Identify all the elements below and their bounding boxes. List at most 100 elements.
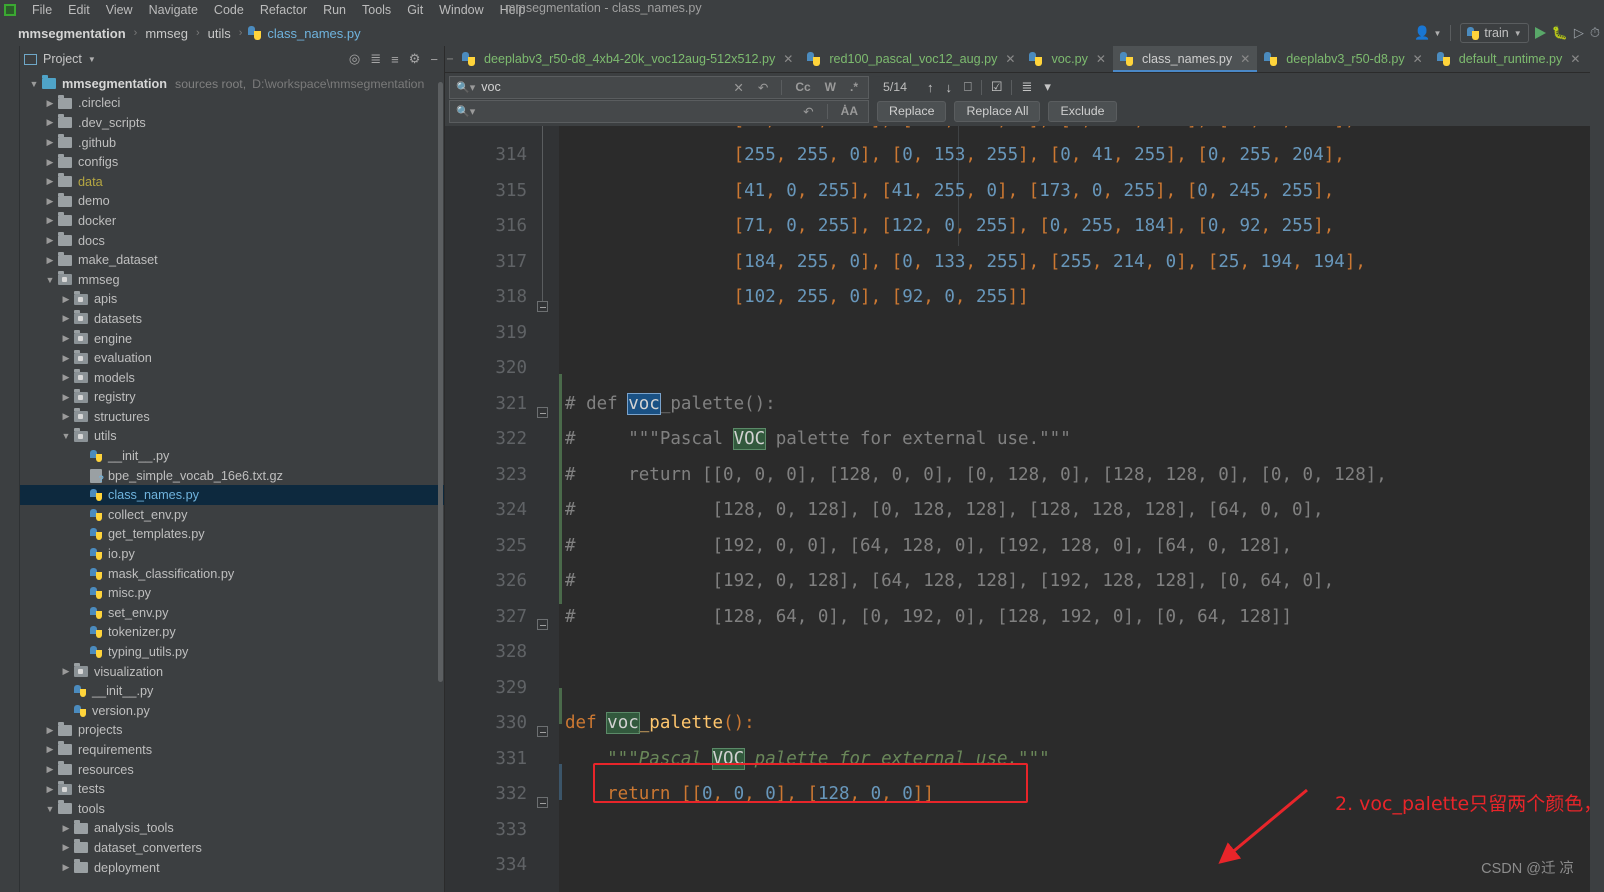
tree-item[interactable]: ▶misc.py — [20, 583, 444, 603]
menu-view[interactable]: View — [98, 1, 141, 19]
search-history-icon[interactable]: ↶ — [754, 80, 772, 95]
select-all-occurrences-icon[interactable]: ☑ — [985, 79, 1009, 95]
tree-item[interactable]: ▶ models — [20, 368, 444, 388]
collapse-all-icon[interactable]: ≡ — [389, 52, 401, 67]
fold-collapse-icon[interactable] — [537, 407, 548, 418]
close-tab-icon[interactable]: ✕ — [783, 52, 793, 66]
chevron-right-icon[interactable]: ▶ — [42, 784, 58, 795]
locate-icon[interactable]: ◎ — [347, 51, 362, 67]
editor-tab[interactable]: default_runtime.py ✕ — [1430, 46, 1588, 72]
chevron-right-icon[interactable]: ▶ — [58, 372, 74, 383]
tree-item[interactable]: ▶ docs — [20, 231, 444, 251]
code-line[interactable]: 319 — [445, 315, 1590, 351]
tree-item[interactable]: ▶ apis — [20, 290, 444, 310]
tree-item[interactable]: ▼ tools — [20, 799, 444, 819]
chevron-right-icon[interactable]: ▶ — [42, 176, 58, 187]
match-case-icon[interactable]: Cc — [791, 80, 814, 94]
chevron-down-icon[interactable]: ▼ — [26, 79, 42, 89]
tree-item[interactable]: ▶ deployment — [20, 858, 444, 878]
chevron-right-icon[interactable]: ▶ — [58, 823, 74, 834]
chevron-down-icon[interactable]: ▼ — [88, 55, 96, 64]
tree-item[interactable]: ▼ mmseg — [20, 270, 444, 290]
tree-item[interactable]: ▶ data — [20, 172, 444, 192]
chevron-right-icon[interactable]: ▶ — [58, 353, 74, 364]
fold-collapse-icon[interactable] — [537, 726, 548, 737]
code-line[interactable]: 324 # [128, 0, 128], [0, 128, 128], [128,… — [445, 493, 1590, 529]
tree-item[interactable]: ▶ registry — [20, 388, 444, 408]
code-line[interactable]: 313 [10, 190, 212], [214, 255, 0], [0, 2… — [445, 126, 1590, 138]
replace-all-button[interactable]: Replace All — [954, 100, 1041, 122]
minimize-icon[interactable]: − — [428, 52, 440, 67]
editor-tab[interactable]: deeplabv3_r50-d8_4xb4-20k_voc12aug-512x5… — [455, 46, 800, 72]
gear-icon[interactable]: ⚙ — [407, 51, 423, 67]
tree-item[interactable]: ▶typing_utils.py — [20, 642, 444, 662]
next-match-icon[interactable]: ↓ — [940, 80, 959, 95]
chevron-right-icon[interactable]: ▶ — [42, 764, 58, 775]
tree-item[interactable]: ▶__init__.py — [20, 446, 444, 466]
chevron-right-icon[interactable]: ▶ — [42, 196, 58, 207]
chevron-right-icon[interactable]: ▶ — [42, 255, 58, 266]
run-with-coverage-button[interactable]: ▷ — [1574, 25, 1584, 41]
regex-icon[interactable]: .* — [846, 80, 862, 94]
code-line[interactable]: 334 — [445, 848, 1590, 884]
search-input[interactable]: 🔍▾ voc ✕ ↶ Cc W .* — [449, 75, 869, 99]
tree-item[interactable]: ▶ visualization — [20, 662, 444, 682]
menu-run[interactable]: Run — [315, 1, 354, 19]
tree-item[interactable]: ▶ .circleci — [20, 94, 444, 114]
chevron-right-icon[interactable]: ▶ — [58, 333, 74, 344]
chevron-right-icon[interactable]: ▶ — [58, 666, 74, 677]
tree-item[interactable]: ▶ analysis_tools — [20, 819, 444, 839]
code-line[interactable]: 330 def voc_palette(): — [445, 706, 1590, 742]
close-tab-icon[interactable]: ✕ — [1413, 52, 1423, 66]
chevron-right-icon[interactable]: ▶ — [42, 235, 58, 246]
tree-item[interactable]: ▶__init__.py — [20, 681, 444, 701]
code-line[interactable]: 325 # [192, 0, 0], [64, 128, 0], [192, 12… — [445, 528, 1590, 564]
chevron-down-icon[interactable]: ▼ — [42, 275, 58, 285]
filter-scope-icon[interactable]: ≣ — [1015, 79, 1038, 95]
editor-tab[interactable]: deeplabv3_r50-d8.py ✕ — [1257, 46, 1429, 72]
tree-item[interactable]: ▶ resources — [20, 760, 444, 780]
profile-button[interactable]: ⏱ — [1590, 25, 1600, 41]
breadcrumb-utils[interactable]: utils — [206, 26, 233, 41]
code-line[interactable]: 327 # [128, 64, 0], [0, 192, 0], [128, 19… — [445, 599, 1590, 635]
menu-tools[interactable]: Tools — [354, 1, 399, 19]
chevron-right-icon[interactable]: ▶ — [58, 392, 74, 403]
chevron-down-icon[interactable]: ▼ — [42, 804, 58, 814]
editor-tab[interactable]: voc.py ✕ — [1022, 46, 1112, 72]
breadcrumb-mmseg[interactable]: mmseg — [143, 26, 190, 41]
menu-file[interactable]: File — [24, 1, 60, 19]
tree-item[interactable]: ▶bpe_simple_vocab_16e6.txt.gz — [20, 466, 444, 486]
preserve-case-icon[interactable]: ȦA — [837, 104, 862, 118]
menu-edit[interactable]: Edit — [60, 1, 98, 19]
editor-tab[interactable]: class_names.py ✕ — [1112, 46, 1258, 72]
tree-item[interactable]: ▶ dataset_converters — [20, 838, 444, 858]
tabs-scroll-left-icon[interactable]: − — [445, 46, 455, 72]
code-line[interactable]: 315 [41, 0, 255], [41, 255, 0], [173, 0,… — [445, 173, 1590, 209]
tree-item[interactable]: ▶ demo — [20, 192, 444, 212]
chevron-right-icon[interactable]: ▶ — [42, 98, 58, 109]
code-line[interactable]: 322 # """Pascal VOC palette for external … — [445, 422, 1590, 458]
tree-item[interactable]: ▼ mmsegmentation sources root, D:\workspace… — [20, 74, 444, 94]
tree-item[interactable]: ▼ utils — [20, 427, 444, 447]
menu-navigate[interactable]: Navigate — [141, 1, 206, 19]
chevron-right-icon[interactable]: ▶ — [42, 744, 58, 755]
tree-item[interactable]: ▶set_env.py — [20, 603, 444, 623]
tree-item[interactable]: ▶tokenizer.py — [20, 623, 444, 643]
chevron-right-icon[interactable]: ▶ — [42, 117, 58, 128]
replace-input[interactable]: 🔍▾ ↶ ȦA — [449, 99, 869, 123]
menu-window[interactable]: Window — [431, 1, 491, 19]
tree-item[interactable]: ▶mask_classification.py — [20, 564, 444, 584]
menu-git[interactable]: Git — [399, 1, 431, 19]
tree-item[interactable]: ▶ tests — [20, 779, 444, 799]
tree-item[interactable]: ▶ configs — [20, 152, 444, 172]
tree-item[interactable]: ▶ make_dataset — [20, 250, 444, 270]
tree-item[interactable]: ▶ .github — [20, 133, 444, 153]
code-line[interactable]: 323 # return [[0, 0, 0], [128, 0, 0], [0,… — [445, 457, 1590, 493]
tree-item[interactable]: ▶ structures — [20, 407, 444, 427]
code-canvas[interactable]: 313 [10, 190, 212], [214, 255, 0], [0, 2… — [445, 126, 1590, 892]
tree-item[interactable]: ▶ requirements — [20, 740, 444, 760]
chevron-right-icon[interactable]: ▶ — [42, 157, 58, 168]
whole-words-icon[interactable]: W — [821, 80, 840, 94]
open-in-find-window-icon[interactable]: ⎕ — [958, 79, 978, 95]
editor-tab[interactable]: red100_pascal_voc12_aug.py ✕ — [800, 46, 1022, 72]
